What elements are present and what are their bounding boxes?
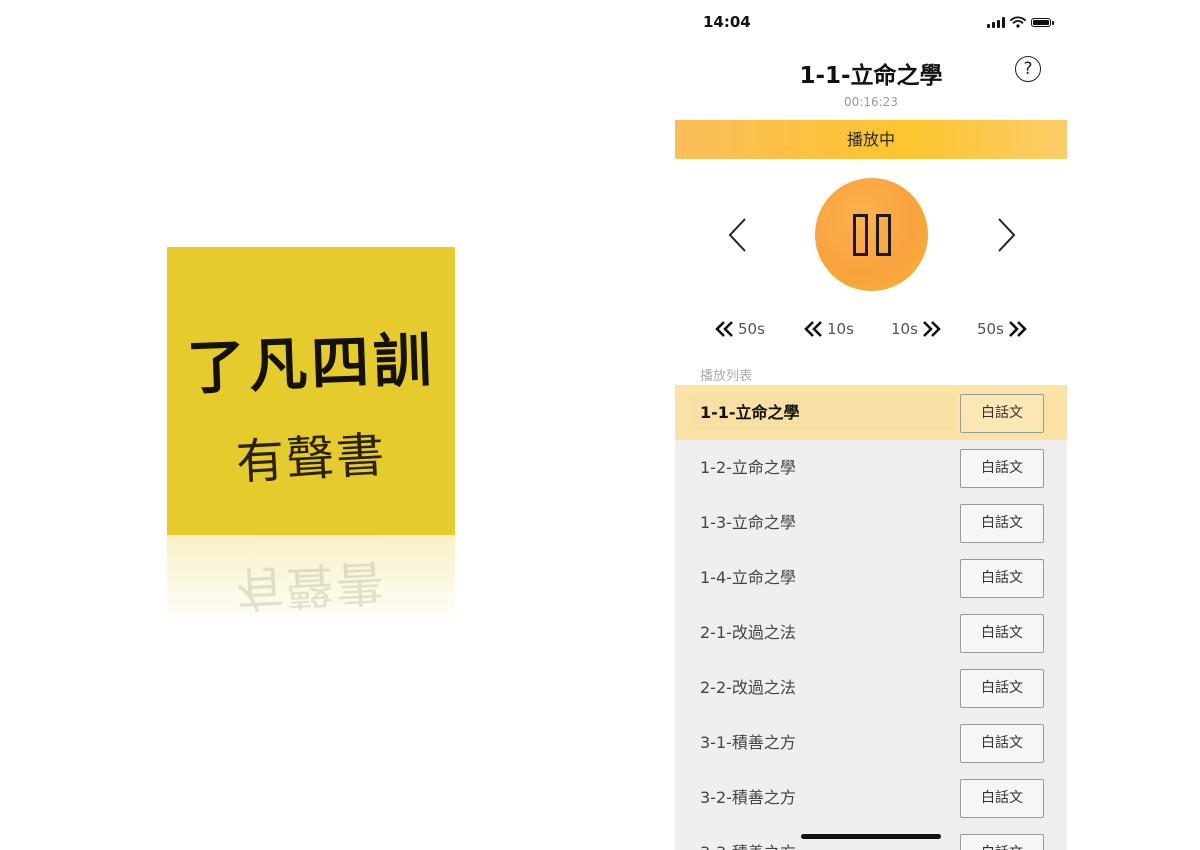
pause-button[interactable] (815, 178, 928, 291)
skip-back-10-label: 10s (827, 320, 854, 338)
vernacular-text-button[interactable]: 白話文 (960, 614, 1044, 653)
playback-status-banner: 播放中 (675, 120, 1067, 159)
question-circle-icon[interactable]: ? (1015, 56, 1041, 82)
skip-back-50-button[interactable]: 50s (715, 316, 765, 342)
vernacular-text-button[interactable]: 白話文 (960, 504, 1044, 543)
chevron-left-icon (728, 218, 746, 252)
chevron-right-icon (998, 218, 1016, 252)
vernacular-text-button[interactable]: 白話文 (960, 559, 1044, 598)
playlist-item[interactable]: 1-4-立命之學 白話文 (675, 550, 1067, 605)
status-icons (987, 16, 1054, 28)
double-chevron-right-icon (1008, 321, 1027, 337)
vernacular-text-button[interactable]: 白話文 (960, 779, 1044, 818)
playlist-item-label: 3-3-積善之方 (700, 825, 796, 850)
pause-icon (853, 214, 891, 256)
vernacular-text-button[interactable]: 白話文 (960, 394, 1044, 433)
cover-title: 了凡四訓 (186, 325, 437, 403)
cover-subtitle: 有聲書 (234, 427, 388, 491)
cover-reflection-text: 有聲書 (234, 553, 388, 617)
double-chevron-left-icon (715, 321, 733, 337)
track-duration: 00:16:23 (844, 95, 898, 109)
skip-forward-50-button[interactable]: 50s (977, 316, 1027, 342)
playlist-item[interactable]: 1-1-立命之學 白話文 (675, 385, 1067, 440)
playlist-item-label: 1-1-立命之學 (700, 403, 800, 422)
track-title: 1-1-立命之學 (799, 63, 943, 89)
cover-reflection: 有聲書 (167, 535, 455, 645)
playlist-item-label: 1-4-立命之學 (700, 568, 796, 587)
playlist-item-label: 1-3-立命之學 (700, 513, 796, 532)
home-indicator[interactable] (801, 834, 941, 839)
wifi-icon (1010, 16, 1026, 28)
playlist-item-label: 3-1-積善之方 (700, 733, 796, 752)
playlist-heading: 播放列表 (700, 369, 753, 384)
playlist-item[interactable]: 1-2-立命之學 白話文 (675, 440, 1067, 495)
vernacular-text-button[interactable]: 白話文 (960, 669, 1044, 708)
playlist-item[interactable]: 3-2-積善之方 白話文 (675, 770, 1067, 825)
vernacular-text-button[interactable]: 白話文 (960, 724, 1044, 763)
signal-icon (987, 16, 1005, 28)
skip-controls: 50s 10s 10s 50s (675, 316, 1067, 342)
skip-forward-50-label: 50s (977, 320, 1004, 338)
playlist-item-label: 2-2-改過之法 (700, 678, 796, 697)
skip-back-50-label: 50s (738, 320, 765, 338)
status-bar: 14:04 (675, 0, 1067, 46)
previous-track-button[interactable] (719, 215, 759, 255)
playlist-item-label: 2-1-改過之法 (700, 623, 796, 642)
playlist-item-label: 1-2-立命之學 (700, 458, 796, 477)
playlist-item[interactable]: 2-1-改過之法 白話文 (675, 605, 1067, 660)
double-chevron-right-icon (922, 321, 941, 337)
playlist-item[interactable]: 1-3-立命之學 白話文 (675, 495, 1067, 550)
double-chevron-left-icon (804, 321, 822, 337)
playlist-item-label: 3-2-積善之方 (700, 788, 796, 807)
vernacular-text-button[interactable]: 白話文 (960, 449, 1044, 488)
battery-icon (1031, 17, 1054, 27)
skip-forward-10-label: 10s (891, 320, 918, 338)
next-track-button[interactable] (985, 215, 1025, 255)
skip-forward-10-button[interactable]: 10s (891, 316, 941, 342)
phone-screen: 14:04 1-1-立命之學 ? 00:16:23 播放中 50s 10s 10… (675, 0, 1067, 850)
status-time: 14:04 (703, 13, 751, 31)
skip-back-10-button[interactable]: 10s (804, 316, 854, 342)
playlist-item[interactable]: 2-2-改過之法 白話文 (675, 660, 1067, 715)
playlist-item[interactable]: 3-1-積善之方 白話文 (675, 715, 1067, 770)
vernacular-text-button[interactable]: 白話文 (960, 834, 1044, 850)
playlist: 1-1-立命之學 白話文 1-2-立命之學 白話文 1-3-立命之學 白話文 1… (675, 385, 1067, 850)
cover-art: 了凡四訓 有聲書 (167, 247, 455, 535)
